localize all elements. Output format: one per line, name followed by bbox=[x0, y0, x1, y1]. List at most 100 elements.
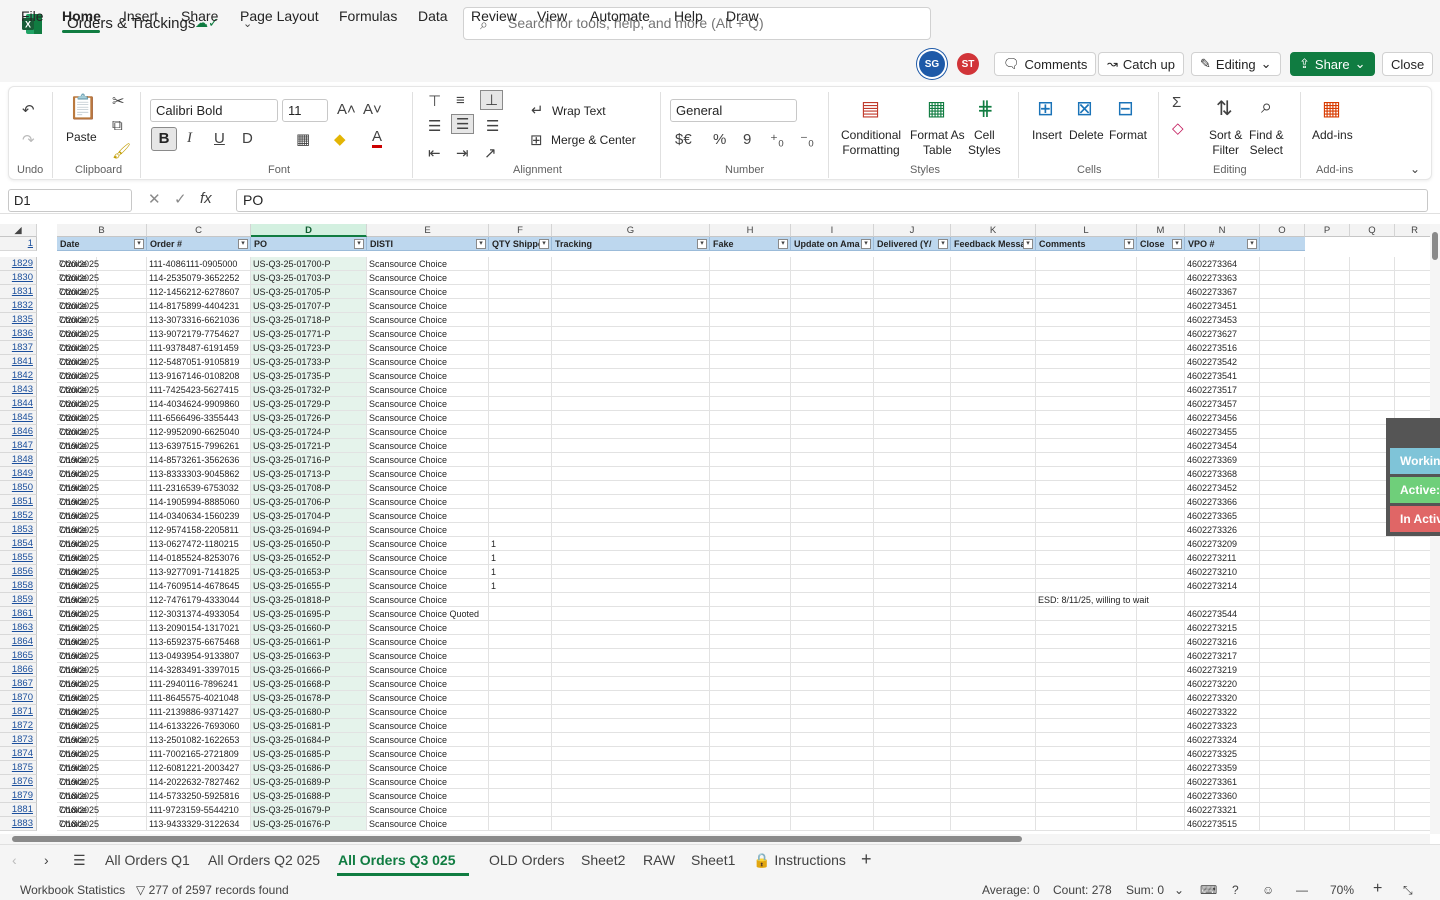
table-cell[interactable]: 113-0493954-9133807 bbox=[147, 649, 251, 663]
table-cell[interactable] bbox=[951, 327, 1036, 341]
table-cell[interactable]: 114-7609514-4678645 bbox=[147, 579, 251, 593]
table-cell[interactable]: 7/19/2025 bbox=[57, 439, 147, 453]
menu-automate[interactable]: Automate bbox=[590, 8, 650, 24]
table-cell[interactable]: Scansource Choice bbox=[367, 537, 489, 551]
table-cell[interactable]: US-Q3-25-01661-P bbox=[251, 635, 367, 649]
decrease-indent-icon[interactable]: ⇤ bbox=[428, 144, 441, 162]
table-cell[interactable] bbox=[1395, 313, 1430, 327]
row-header[interactable]: 1850 bbox=[0, 481, 37, 495]
table-cell[interactable] bbox=[951, 299, 1036, 313]
table-cell[interactable]: 4602273216 bbox=[1185, 635, 1260, 649]
table-cell[interactable]: US-Q3-25-01653-P bbox=[251, 565, 367, 579]
table-cell[interactable]: 1 bbox=[489, 579, 552, 593]
table-cell[interactable] bbox=[1305, 425, 1350, 439]
table-cell[interactable] bbox=[1305, 817, 1350, 831]
table-cell[interactable] bbox=[489, 509, 552, 523]
table-cell[interactable] bbox=[710, 649, 791, 663]
table-cell[interactable] bbox=[1260, 593, 1305, 607]
table-cell[interactable] bbox=[1260, 537, 1305, 551]
table-cell[interactable]: 7/20/2025 bbox=[57, 271, 147, 285]
autosum-icon[interactable]: Σ bbox=[1172, 94, 1181, 111]
table-cell[interactable]: 7/19/2025 bbox=[57, 691, 147, 705]
table-cell[interactable]: 4602273322 bbox=[1185, 705, 1260, 719]
table-cell[interactable]: 7/19/2025 bbox=[57, 663, 147, 677]
table-cell[interactable] bbox=[1260, 355, 1305, 369]
table-cell[interactable]: Scansource Choice bbox=[367, 747, 489, 761]
table-cell[interactable] bbox=[552, 691, 710, 705]
table-cell[interactable] bbox=[552, 313, 710, 327]
wrap-text-button[interactable]: Wrap Text bbox=[552, 104, 606, 119]
table-cell[interactable]: US-Q3-25-01680-P bbox=[251, 705, 367, 719]
table-cell[interactable] bbox=[1036, 257, 1137, 271]
grow-font-icon[interactable]: A˄ bbox=[337, 101, 356, 118]
row-header[interactable]: 1848 bbox=[0, 453, 37, 467]
table-cell[interactable]: 113-3073316-6621036 bbox=[147, 313, 251, 327]
table-cell[interactable] bbox=[1395, 383, 1430, 397]
table-cell[interactable]: 4602273541 bbox=[1185, 369, 1260, 383]
table-cell[interactable]: Scansource Choice bbox=[367, 271, 489, 285]
table-cell[interactable] bbox=[1350, 817, 1395, 831]
table-cell[interactable]: 113-9277091-7141825 bbox=[147, 565, 251, 579]
align-right-icon[interactable]: ☰ bbox=[486, 117, 499, 135]
table-cell[interactable]: 7/20/2025 bbox=[57, 285, 147, 299]
header-cell[interactable]: Order # bbox=[147, 237, 251, 251]
menu-draw[interactable]: Draw bbox=[726, 8, 759, 24]
table-cell[interactable] bbox=[1137, 705, 1185, 719]
table-cell[interactable]: US-Q3-25-01655-P bbox=[251, 579, 367, 593]
table-cell[interactable] bbox=[1350, 551, 1395, 565]
column-header-k[interactable]: K bbox=[951, 224, 1036, 237]
table-cell[interactable] bbox=[552, 817, 710, 831]
row-header[interactable]: 1831 bbox=[0, 285, 37, 299]
column-header-b[interactable]: B bbox=[57, 224, 147, 237]
filter-dropdown-icon[interactable]: ▾ bbox=[1023, 239, 1033, 249]
row-header[interactable]: 1881 bbox=[0, 803, 37, 817]
table-cell[interactable] bbox=[1350, 789, 1395, 803]
table-cell[interactable] bbox=[552, 355, 710, 369]
table-cell[interactable]: 4602273209 bbox=[1185, 537, 1260, 551]
table-cell[interactable]: US-Q3-25-01663-P bbox=[251, 649, 367, 663]
table-cell[interactable] bbox=[489, 649, 552, 663]
table-cell[interactable] bbox=[1395, 803, 1430, 817]
select-all-corner[interactable]: ◢ bbox=[0, 224, 37, 237]
table-cell[interactable] bbox=[791, 523, 874, 537]
table-cell[interactable] bbox=[489, 607, 552, 621]
table-cell[interactable] bbox=[1395, 271, 1430, 285]
table-cell[interactable] bbox=[1260, 621, 1305, 635]
table-cell[interactable]: 4602273210 bbox=[1185, 565, 1260, 579]
table-cell[interactable] bbox=[489, 635, 552, 649]
menu-review[interactable]: Review bbox=[471, 8, 517, 24]
table-cell[interactable] bbox=[1350, 663, 1395, 677]
table-cell[interactable]: US-Q3-25-01726-P bbox=[251, 411, 367, 425]
table-cell[interactable] bbox=[1137, 803, 1185, 817]
table-cell[interactable] bbox=[874, 285, 951, 299]
table-cell[interactable]: Scansource Choice bbox=[367, 775, 489, 789]
table-cell[interactable] bbox=[1137, 453, 1185, 467]
table-cell[interactable] bbox=[1036, 341, 1137, 355]
table-cell[interactable]: Scansource Choice bbox=[367, 509, 489, 523]
table-cell[interactable] bbox=[874, 789, 951, 803]
table-cell[interactable]: 7/20/2025 bbox=[57, 257, 147, 271]
table-cell[interactable] bbox=[874, 705, 951, 719]
menu-insert[interactable]: Insert bbox=[123, 8, 158, 24]
row-header[interactable]: 1864 bbox=[0, 635, 37, 649]
table-cell[interactable] bbox=[1036, 733, 1137, 747]
double-underline-icon[interactable]: D bbox=[242, 130, 253, 147]
table-cell[interactable]: Scansource Choice bbox=[367, 593, 489, 607]
table-cell[interactable] bbox=[1260, 565, 1305, 579]
table-cell[interactable] bbox=[951, 439, 1036, 453]
table-cell[interactable] bbox=[1036, 775, 1137, 789]
table-cell[interactable]: US-Q3-25-01818-P bbox=[251, 593, 367, 607]
table-cell[interactable] bbox=[489, 481, 552, 495]
format-as-table-button[interactable]: Format As Table bbox=[910, 128, 965, 158]
table-cell[interactable]: 4602273517 bbox=[1185, 383, 1260, 397]
table-cell[interactable] bbox=[552, 495, 710, 509]
table-cell[interactable] bbox=[1350, 649, 1395, 663]
table-cell[interactable]: 4602273219 bbox=[1185, 663, 1260, 677]
menu-share[interactable]: Share bbox=[181, 8, 218, 24]
table-cell[interactable] bbox=[1395, 649, 1430, 663]
table-cell[interactable] bbox=[791, 649, 874, 663]
table-cell[interactable]: 4602273364 bbox=[1185, 257, 1260, 271]
table-cell[interactable] bbox=[1305, 579, 1350, 593]
font-name-select[interactable]: Calibri Bold bbox=[150, 99, 278, 122]
table-cell[interactable] bbox=[874, 691, 951, 705]
